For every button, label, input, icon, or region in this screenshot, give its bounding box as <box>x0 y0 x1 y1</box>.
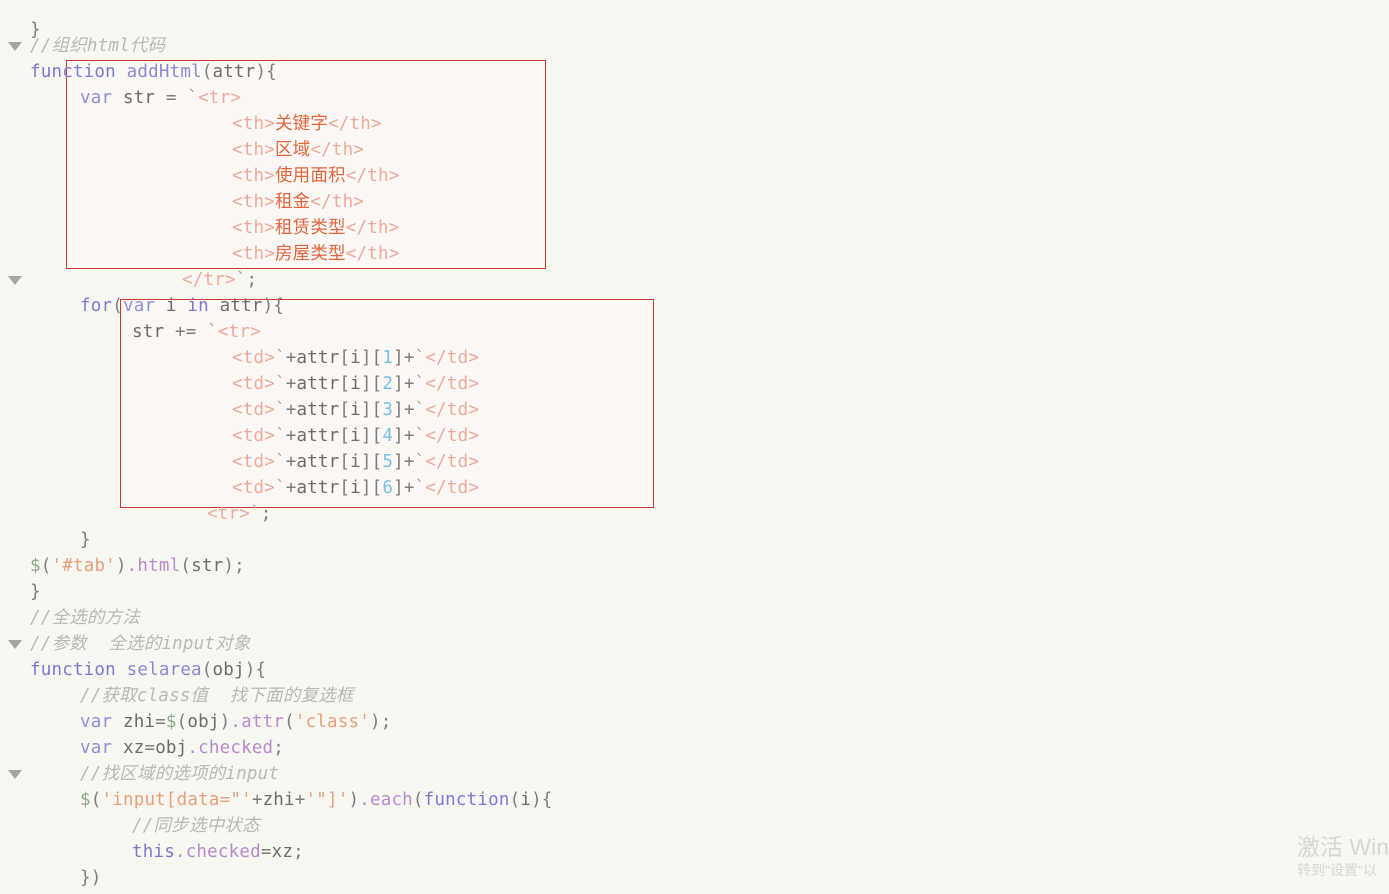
code-line-for-loop[interactable]: for(var i in attr){ <box>0 267 1389 316</box>
code-line[interactable]: var str = `<tr> <box>0 59 1389 108</box>
code-line[interactable]: var zhi=$(obj).attr('class'); <box>0 683 1389 732</box>
code-line[interactable]: </tr>`; <box>0 241 1389 290</box>
code-line[interactable]: //找区域的选项的input <box>0 735 1389 784</box>
code-line[interactable]: <th>房屋类型</th> <box>0 215 1389 264</box>
code-line[interactable]: <td>`+attr[i][5]+`</td> <box>0 423 1389 472</box>
code-line[interactable]: <td>`+attr[i][6]+`</td> <box>0 449 1389 498</box>
code-line-function-addhtml[interactable]: function addHtml(attr){ <box>0 33 1389 82</box>
code-line[interactable]: }) <box>0 839 1389 888</box>
code-line[interactable]: } <box>0 553 1389 602</box>
code-line[interactable]: <tr>`; <box>0 475 1389 524</box>
code-line[interactable]: str += `<tr> <box>0 293 1389 342</box>
code-line[interactable]: <th>租金</th> <box>0 163 1389 212</box>
code-line[interactable]: var xz=obj.checked; <box>0 709 1389 758</box>
code-line[interactable]: //同步选中状态 <box>0 787 1389 836</box>
code-line[interactable]: //组织html代码 <box>0 7 1389 56</box>
code-line[interactable]: <td>`+attr[i][4]+`</td> <box>0 397 1389 446</box>
code-line[interactable]: <td>`+attr[i][1]+`</td> <box>0 319 1389 368</box>
code-line[interactable]: } <box>0 501 1389 550</box>
code-line[interactable]: <th>租赁类型</th> <box>0 189 1389 238</box>
code-line[interactable]: this.checked=xz; <box>0 813 1389 862</box>
code-line[interactable]: <th>关键字</th> <box>0 85 1389 134</box>
code-line[interactable]: //获取class值 找下面的复选框 <box>0 657 1389 706</box>
code-line[interactable]: //参数 全选的input对象 <box>0 605 1389 654</box>
code-line-tab-html[interactable]: $('#tab').html(str); <box>0 527 1389 576</box>
code-line[interactable]: <th>使用面积</th> <box>0 137 1389 186</box>
code-line-function-selarea[interactable]: function selarea(obj){ <box>0 631 1389 680</box>
code-line-each[interactable]: $('input[data="'+zhi+'"]').each(function… <box>0 761 1389 810</box>
code-line[interactable]: //全选的方法 <box>0 579 1389 628</box>
code-line[interactable]: } <box>0 865 1389 891</box>
code-line[interactable]: <td>`+attr[i][2]+`</td> <box>0 345 1389 394</box>
code-line[interactable]: <td>`+attr[i][3]+`</td> <box>0 371 1389 420</box>
code-line[interactable]: <th>区域</th> <box>0 111 1389 160</box>
code-editor[interactable]: } //组织html代码 function addHtml(attr){ var… <box>0 0 1389 894</box>
